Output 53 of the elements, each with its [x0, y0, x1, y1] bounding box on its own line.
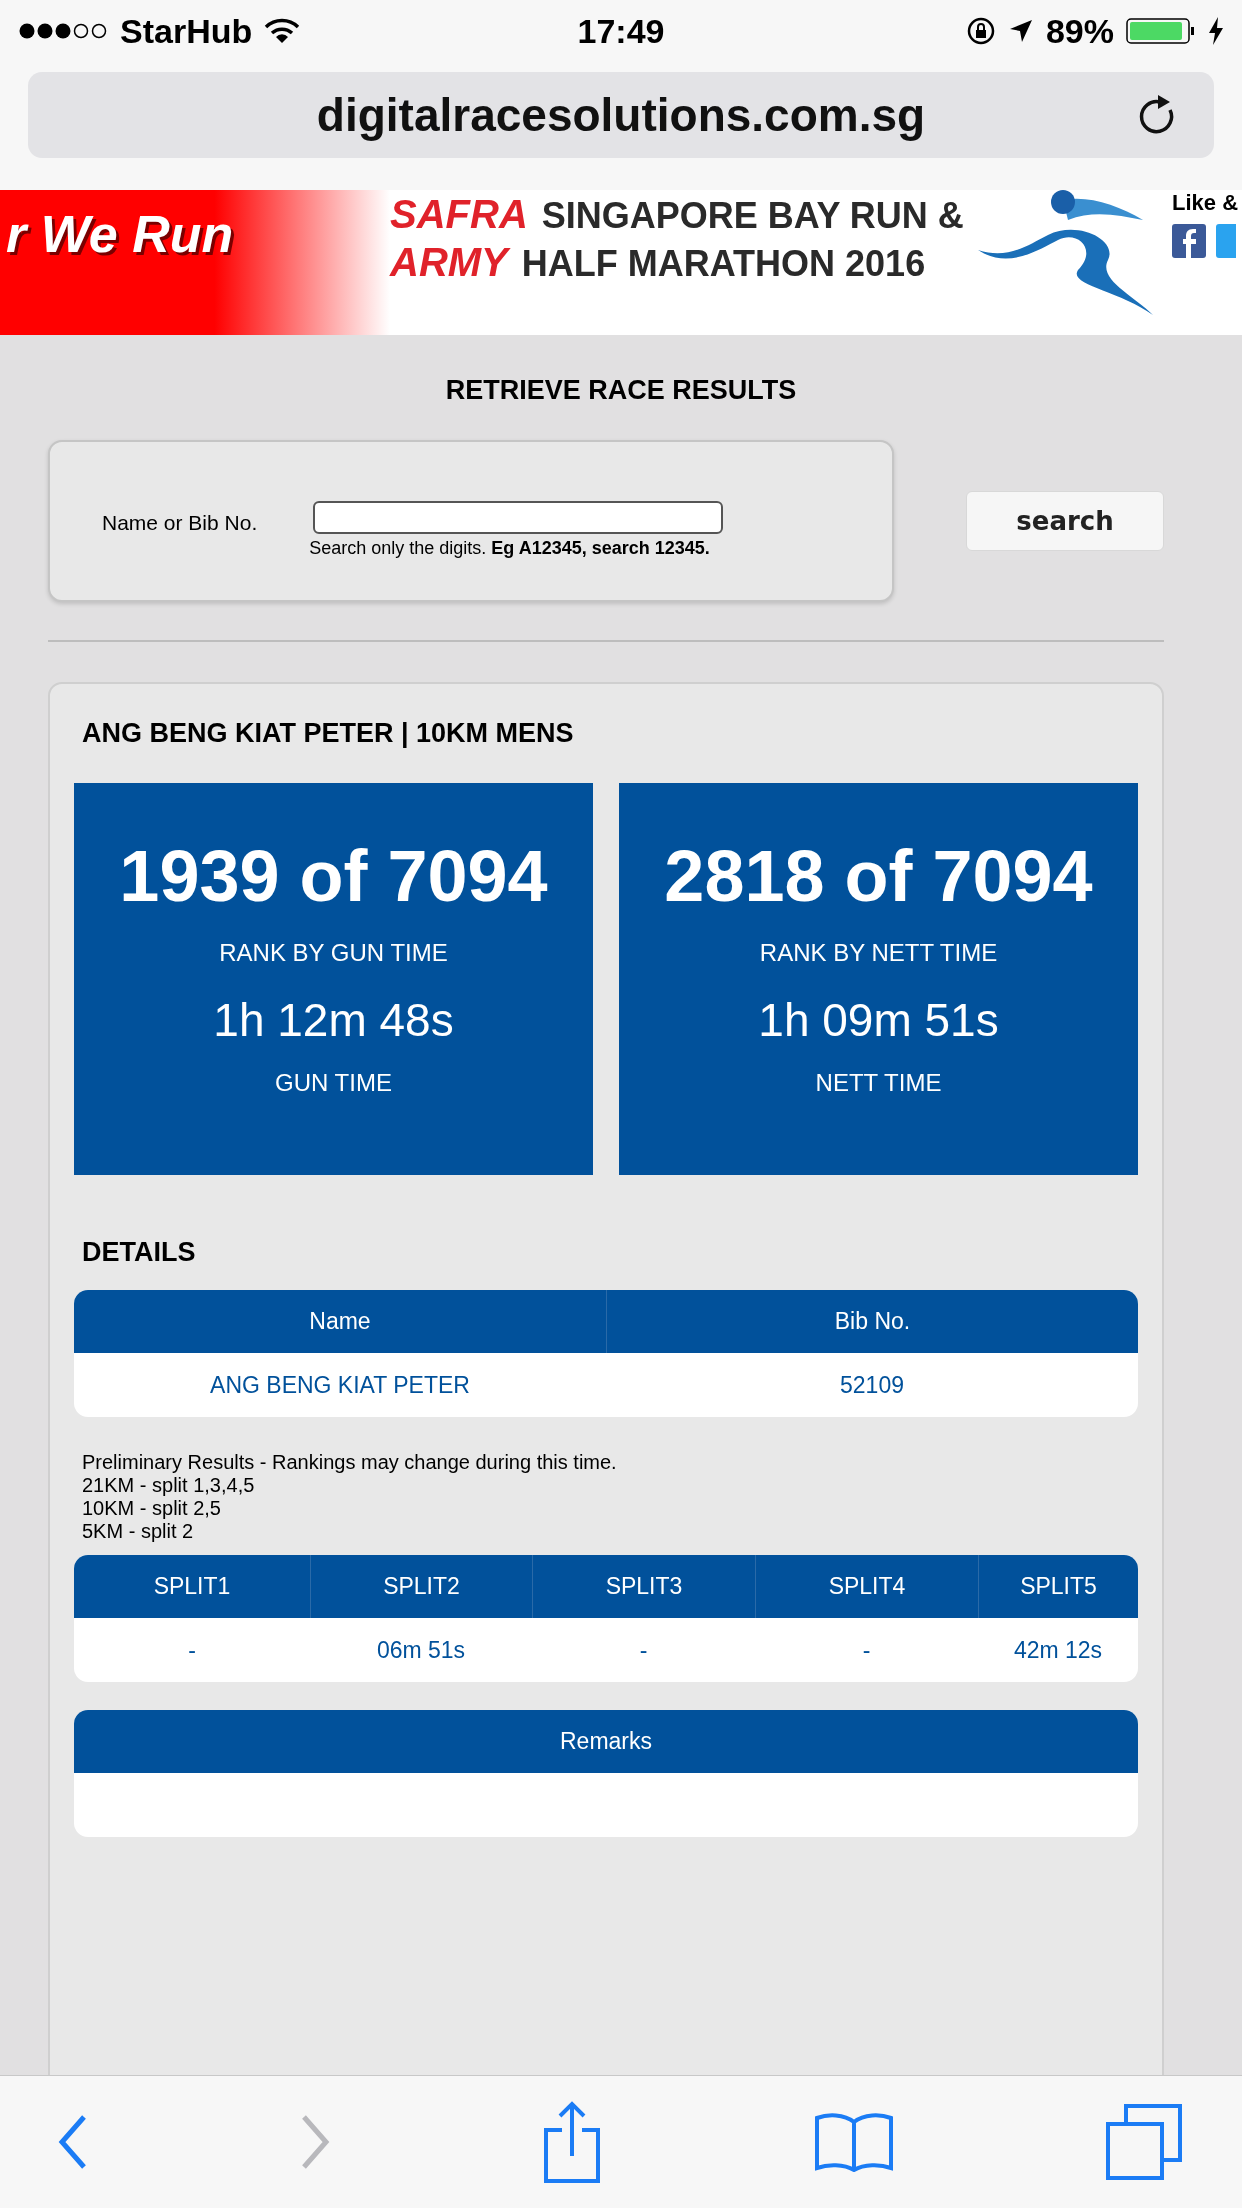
column-header: Name: [308, 1307, 372, 1336]
share-icon[interactable]: [542, 2100, 602, 2184]
banner-slogan: r We Run: [6, 204, 234, 264]
banner-event-title: SINGAPORE BAY RUN &: [541, 195, 964, 237]
search-hint: Search only the digits. Eg A12345, search 12345.: [309, 538, 711, 559]
column-header: SPLIT5: [978, 1555, 1138, 1618]
address-bar[interactable]: digitalracesolutions.com.sg: [28, 72, 1214, 158]
search-button[interactable]: search: [966, 491, 1164, 551]
time-value: 1h 12m 48s: [213, 993, 454, 1047]
social-label: Like &: [1172, 190, 1240, 216]
time-label: GUN TIME: [275, 1069, 392, 1097]
table-cell-text: -: [861, 1635, 872, 1665]
time-label: NETT TIME: [815, 1069, 942, 1097]
carrier-name: StarHub: [120, 11, 253, 51]
search-field[interactable]: [313, 501, 724, 534]
back-icon[interactable]: [58, 2114, 88, 2170]
rank-label: RANK BY GUN TIME: [219, 939, 448, 967]
column-header: SPLIT2: [310, 1555, 532, 1618]
rank-value: 2818 of 7094: [664, 835, 1093, 917]
column-header: SPLIT1: [152, 1572, 232, 1601]
result-title: ANG BENG KIAT PETER | 10KM MENS: [82, 718, 575, 749]
note-text: 5KM - split 2: [82, 1520, 195, 1543]
page-title: RETRIEVE RACE RESULTS: [444, 375, 798, 406]
column-header: Remarks: [559, 1727, 653, 1756]
section-heading: DETAILS: [82, 1237, 197, 1268]
banner-event-title: HALF MARATHON 2016: [521, 243, 926, 285]
charging-bolt-icon: [1208, 17, 1224, 45]
clock-time: 17:49: [577, 11, 665, 51]
wifi-icon: [264, 18, 301, 44]
column-header: Bib No.: [606, 1290, 1138, 1353]
signal-icon: [18, 21, 108, 41]
banner-brand: SAFRA: [390, 192, 528, 237]
field-label: Name or Bib No.: [102, 511, 258, 535]
rank-label: RANK BY NETT TIME: [759, 939, 998, 967]
column-header: SPLIT3: [532, 1555, 755, 1618]
table-cell-text: -: [187, 1635, 197, 1665]
note-text: 10KM - split 2,5: [82, 1497, 222, 1520]
note-text: 21KM - split 1,3,4,5: [82, 1474, 256, 1497]
battery-percent: 89%: [1045, 11, 1114, 51]
table-cell-text: 42m 12s: [1012, 1635, 1104, 1665]
table-cell-text: 52109: [839, 1370, 905, 1400]
battery-icon: [1126, 18, 1196, 44]
facebook-icon[interactable]: [1172, 224, 1206, 258]
table-cell-text: 06m 51s: [375, 1635, 467, 1665]
tabs-icon[interactable]: [1106, 2104, 1182, 2180]
book-icon[interactable]: [814, 2112, 894, 2172]
rotation-lock-icon: [965, 16, 996, 46]
note-text: Preliminary Results - Rankings may change during this time.: [82, 1451, 618, 1474]
table-cell-text: -: [638, 1635, 649, 1665]
column-header: SPLIT4: [755, 1555, 978, 1618]
table-cell-text: ANG BENG KIAT PETER: [209, 1370, 471, 1400]
rank-value: 1939 of 7094: [119, 835, 548, 917]
time-value: 1h 09m 51s: [758, 993, 999, 1047]
